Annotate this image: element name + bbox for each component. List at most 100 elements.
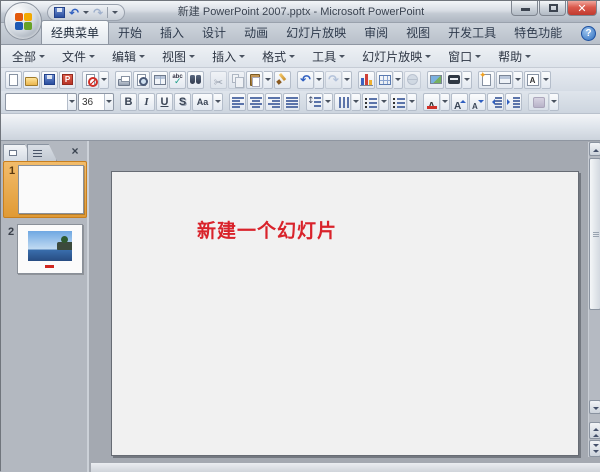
slide-layout-button[interactable] bbox=[445, 71, 462, 89]
page-setup-button[interactable] bbox=[151, 71, 168, 89]
menu-slideshow[interactable]: 幻灯片放映 bbox=[362, 48, 431, 65]
tab-home[interactable]: 开始 bbox=[109, 21, 151, 44]
cut-button[interactable] bbox=[210, 71, 227, 89]
decrease-indent-button[interactable] bbox=[487, 93, 504, 111]
minimize-button[interactable] bbox=[511, 1, 538, 16]
quick-style-button[interactable] bbox=[528, 93, 549, 111]
font-frame-dropdown[interactable] bbox=[542, 71, 551, 89]
next-slide-button[interactable] bbox=[589, 440, 600, 457]
paste-button[interactable] bbox=[246, 71, 263, 89]
scrollbar-thumb[interactable] bbox=[589, 158, 600, 310]
font-size-combobox[interactable]: 36 bbox=[78, 93, 114, 111]
new-slide-button[interactable] bbox=[478, 71, 495, 89]
insert-chart-button[interactable] bbox=[358, 71, 375, 89]
font-frame-button[interactable]: A bbox=[524, 71, 541, 89]
close-button[interactable]: ✕ bbox=[567, 1, 597, 16]
tab-slideshow[interactable]: 幻灯片放映 bbox=[277, 21, 355, 44]
slide-canvas[interactable]: 新建一个幻灯片 bbox=[111, 171, 579, 456]
tab-classic-menu[interactable]: 经典菜单 bbox=[41, 20, 109, 44]
numbering-dropdown[interactable] bbox=[380, 93, 389, 111]
align-right-button[interactable] bbox=[265, 93, 282, 111]
bold-button[interactable]: B bbox=[120, 93, 137, 111]
previous-slide-button[interactable] bbox=[589, 422, 600, 439]
menu-file[interactable]: 文件 bbox=[62, 48, 95, 65]
align-left-button[interactable] bbox=[229, 93, 246, 111]
menu-insert[interactable]: 插入 bbox=[212, 48, 245, 65]
menu-all[interactable]: 全部 bbox=[12, 48, 45, 65]
tab-developer[interactable]: 开发工具 bbox=[439, 21, 505, 44]
spelling-button[interactable] bbox=[169, 71, 186, 89]
justify-button[interactable] bbox=[283, 93, 300, 111]
font-size-dropdown[interactable] bbox=[104, 94, 113, 110]
permission-dropdown[interactable] bbox=[100, 71, 109, 89]
insert-table-button[interactable] bbox=[376, 71, 393, 89]
duplicate-slide-dropdown[interactable] bbox=[514, 71, 523, 89]
tab-special-features[interactable]: 特色功能 bbox=[505, 21, 571, 44]
panel-close-button[interactable]: × bbox=[67, 144, 83, 159]
save-as-pptx-button[interactable] bbox=[59, 71, 76, 89]
research-button[interactable] bbox=[187, 71, 204, 89]
save-icon[interactable] bbox=[54, 7, 65, 18]
menu-view[interactable]: 视图 bbox=[162, 48, 195, 65]
office-button[interactable] bbox=[4, 2, 42, 40]
menu-format[interactable]: 格式 bbox=[262, 48, 295, 65]
scroll-up-button[interactable] bbox=[589, 142, 600, 156]
undo-dropdown-icon[interactable] bbox=[83, 11, 89, 17]
redo-dropdown[interactable] bbox=[343, 71, 352, 89]
outline-tab[interactable] bbox=[27, 144, 57, 161]
font-color-dropdown[interactable] bbox=[441, 93, 450, 111]
numbering-button[interactable] bbox=[362, 93, 379, 111]
format-painter-button[interactable] bbox=[274, 71, 291, 89]
insert-table-dropdown[interactable] bbox=[394, 71, 403, 89]
slide-thumbnail-2[interactable]: 2 bbox=[3, 223, 87, 280]
change-case-button[interactable]: Aa bbox=[192, 93, 213, 111]
redo-button[interactable] bbox=[325, 71, 342, 89]
grow-font-button[interactable]: A bbox=[451, 93, 468, 111]
print-button[interactable] bbox=[115, 71, 132, 89]
save-button[interactable] bbox=[41, 71, 58, 89]
paste-dropdown[interactable] bbox=[264, 71, 273, 89]
italic-button[interactable]: I bbox=[138, 93, 155, 111]
menu-help[interactable]: 帮助 bbox=[498, 48, 531, 65]
tab-view[interactable]: 视图 bbox=[397, 21, 439, 44]
text-shadow-button[interactable]: S bbox=[174, 93, 191, 111]
scroll-down-button[interactable] bbox=[589, 400, 600, 414]
permission-button[interactable] bbox=[82, 71, 99, 89]
copy-button[interactable] bbox=[228, 71, 245, 89]
tab-insert[interactable]: 插入 bbox=[151, 21, 193, 44]
menu-tools[interactable]: 工具 bbox=[312, 48, 345, 65]
slide-thumbnail-1[interactable]: 1 bbox=[3, 161, 87, 218]
text-direction-button[interactable] bbox=[334, 93, 351, 111]
help-icon[interactable]: ? bbox=[581, 26, 596, 41]
font-name-combobox[interactable] bbox=[5, 93, 77, 111]
slide-layout-dropdown[interactable] bbox=[463, 71, 472, 89]
customize-quick-access-icon[interactable] bbox=[112, 11, 118, 17]
menu-edit[interactable]: 编辑 bbox=[112, 48, 145, 65]
vertical-scrollbar[interactable] bbox=[588, 142, 600, 457]
print-preview-button[interactable] bbox=[133, 71, 150, 89]
hyperlink-button[interactable] bbox=[404, 71, 421, 89]
redo-icon[interactable] bbox=[93, 4, 103, 22]
change-case-dropdown[interactable] bbox=[214, 93, 223, 111]
tab-animations[interactable]: 动画 bbox=[235, 21, 277, 44]
align-center-button[interactable] bbox=[247, 93, 264, 111]
increase-indent-button[interactable] bbox=[505, 93, 522, 111]
open-button[interactable] bbox=[23, 71, 40, 89]
undo-icon[interactable] bbox=[69, 4, 79, 22]
undo-button[interactable] bbox=[297, 71, 314, 89]
tab-review[interactable]: 审阅 bbox=[355, 21, 397, 44]
bullets-button[interactable] bbox=[390, 93, 407, 111]
slide-text[interactable]: 新建一个幻灯片 bbox=[197, 216, 337, 243]
undo-dropdown[interactable] bbox=[315, 71, 324, 89]
shrink-font-button[interactable]: A bbox=[469, 93, 486, 111]
tab-design[interactable]: 设计 bbox=[193, 21, 235, 44]
font-name-dropdown[interactable] bbox=[67, 94, 76, 110]
bullets-dropdown[interactable] bbox=[408, 93, 417, 111]
new-presentation-button[interactable] bbox=[5, 71, 22, 89]
font-color-button[interactable]: A bbox=[423, 93, 440, 111]
line-spacing-dropdown[interactable] bbox=[324, 93, 333, 111]
slide-design-button[interactable] bbox=[427, 71, 444, 89]
line-spacing-button[interactable] bbox=[306, 93, 323, 111]
menu-window[interactable]: 窗口 bbox=[448, 48, 481, 65]
text-direction-dropdown[interactable] bbox=[352, 93, 361, 111]
